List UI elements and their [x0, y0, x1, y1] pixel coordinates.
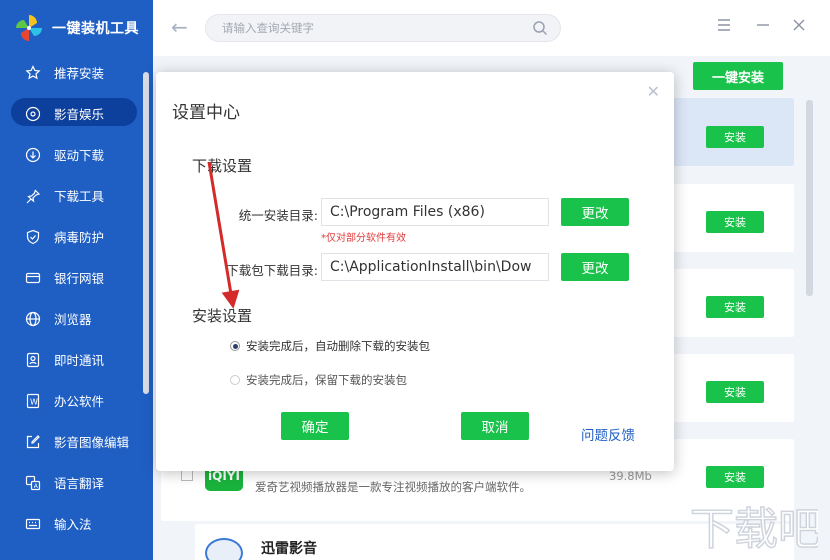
xunlei-logo-icon — [205, 538, 243, 560]
sidebar-item-media-edit[interactable]: 影音图像编辑 — [0, 421, 153, 462]
app-size: 39.8Mb — [609, 469, 652, 483]
search-box — [205, 14, 561, 42]
sidebar-item-label: 影音娱乐 — [54, 107, 105, 122]
radio-unselected-icon[interactable] — [230, 375, 240, 385]
search-icon[interactable] — [532, 20, 548, 36]
search-input[interactable] — [222, 15, 522, 41]
install-button[interactable]: 安装 — [706, 381, 764, 403]
disc-icon — [24, 105, 42, 123]
sidebar-item-label: 病毒防护 — [54, 230, 105, 245]
pinwheel-logo-icon — [16, 15, 42, 41]
install-settings-heading: 安装设置 — [192, 307, 253, 325]
sidebar-item-antivirus[interactable]: 病毒防护 — [0, 216, 153, 257]
change-package-dir-button[interactable]: 更改 — [561, 253, 629, 281]
sidebar-item-label: 驱动下载 — [54, 148, 105, 163]
install-dir-note: *仅对部分软件有效 — [321, 233, 406, 244]
option-delete-package[interactable]: 安装完成后，自动删除下载的安装包 — [230, 338, 430, 354]
sidebar-item-label: 即时通讯 — [54, 353, 105, 368]
minimize-icon[interactable] — [754, 16, 772, 34]
close-icon[interactable]: ✕ — [647, 82, 660, 101]
star-icon — [24, 64, 42, 82]
sidebar-item-bank[interactable]: 银行网银 — [0, 257, 153, 298]
option-label: 安装完成后，自动删除下载的安装包 — [246, 339, 430, 353]
sidebar: 一键装机工具 推荐安装 影音娱乐 驱动下载 下载工具 病毒防护 银行网银 浏览器… — [0, 0, 153, 560]
app-description: 爱奇艺视频播放器是一款专注视频播放的客户端软件。 — [255, 480, 531, 494]
install-button[interactable]: 安装 — [706, 466, 764, 488]
card-icon — [24, 269, 42, 287]
change-install-dir-button[interactable]: 更改 — [561, 198, 629, 226]
top-bar: ← — [153, 0, 830, 56]
word-icon: W — [24, 392, 42, 410]
sidebar-item-label: 推荐安装 — [54, 66, 105, 81]
sidebar-nav: 推荐安装 影音娱乐 驱动下载 下载工具 病毒防护 银行网银 浏览器 即时通讯 W… — [0, 52, 153, 544]
close-icon[interactable] — [790, 16, 808, 34]
sidebar-item-browser[interactable]: 浏览器 — [0, 298, 153, 339]
package-dir-label: 下载包下载目录: — [226, 263, 318, 278]
sidebar-item-label: 下载工具 — [54, 189, 105, 204]
download-settings-heading: 下载设置 — [192, 157, 253, 175]
sidebar-item-translate[interactable]: A 语言翻译 — [0, 462, 153, 503]
sidebar-item-label: 浏览器 — [54, 312, 92, 327]
sidebar-item-download-tools[interactable]: 下载工具 — [0, 175, 153, 216]
app-name: 迅雷影音 — [261, 541, 317, 557]
back-arrow-icon[interactable]: ← — [171, 15, 188, 39]
sidebar-item-label: 银行网银 — [54, 271, 105, 286]
install-dir-label: 统一安装目录: — [238, 208, 318, 223]
install-button[interactable]: 安装 — [706, 296, 764, 318]
app-title-text: 一键装机工具 — [52, 21, 139, 37]
download-circle-icon — [24, 146, 42, 164]
cancel-button[interactable]: 取消 — [461, 412, 529, 440]
keyboard-icon — [24, 515, 42, 533]
sidebar-item-media[interactable]: 影音娱乐 — [0, 93, 153, 134]
sidebar-item-label: 办公软件 — [54, 394, 105, 409]
contact-icon — [24, 351, 42, 369]
dialog-title: 设置中心 — [172, 103, 240, 123]
confirm-button[interactable]: 确定 — [281, 412, 349, 440]
globe-icon — [24, 310, 42, 328]
sidebar-scrollbar[interactable] — [143, 72, 149, 394]
list-scrollbar[interactable] — [806, 100, 813, 296]
install-button[interactable]: 安装 — [706, 211, 764, 233]
sidebar-item-driver[interactable]: 驱动下载 — [0, 134, 153, 175]
watermark-logo-text: 下载吧 — [690, 504, 818, 555]
shield-icon — [24, 228, 42, 246]
svg-text:W: W — [30, 397, 38, 406]
pin-icon — [24, 187, 42, 205]
feedback-link[interactable]: 问题反馈 — [581, 424, 635, 444]
watermark-logo: 下载吧 — [689, 503, 818, 556]
one-key-install-button[interactable]: 一键安装 — [693, 62, 783, 90]
radio-selected-icon[interactable] — [230, 341, 240, 351]
package-dir-field[interactable] — [321, 253, 549, 281]
install-button[interactable]: 安装 — [706, 126, 764, 148]
sidebar-item-recommend[interactable]: 推荐安装 — [0, 52, 153, 93]
settings-menu-icon[interactable] — [715, 16, 733, 34]
install-dir-field[interactable] — [321, 198, 549, 226]
app-title: 一键装机工具 — [14, 12, 139, 44]
settings-dialog: 设置中心 ✕ 下载设置 统一安装目录: 更改 *仅对部分软件有效 下载包下载目录… — [156, 72, 674, 471]
edit-icon — [24, 433, 42, 451]
sidebar-item-label: 语言翻译 — [54, 476, 105, 491]
sidebar-item-im[interactable]: 即时通讯 — [0, 339, 153, 380]
option-keep-package[interactable]: 安装完成后，保留下载的安装包 — [230, 372, 407, 388]
sidebar-item-ime[interactable]: 输入法 — [0, 503, 153, 544]
sidebar-item-office[interactable]: W 办公软件 — [0, 380, 153, 421]
sidebar-item-label: 影音图像编辑 — [54, 435, 130, 450]
sidebar-item-label: 输入法 — [54, 517, 92, 532]
option-label: 安装完成后，保留下载的安装包 — [246, 373, 407, 387]
translate-icon: A — [24, 474, 42, 492]
